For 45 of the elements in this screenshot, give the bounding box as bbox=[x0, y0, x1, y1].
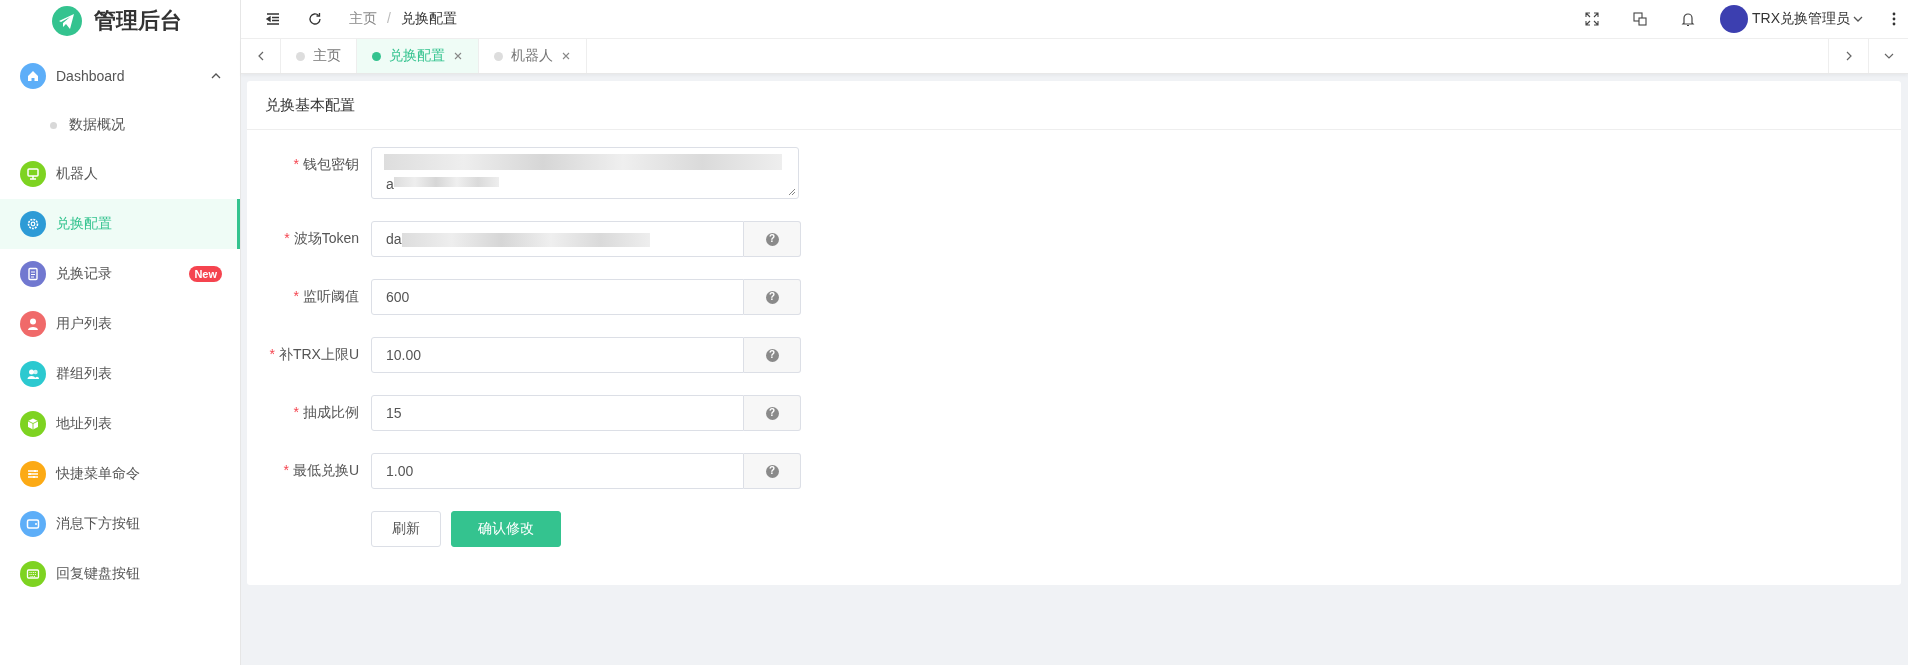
refresh-icon[interactable] bbox=[307, 11, 323, 27]
user-name[interactable]: TRX兑换管理员 bbox=[1752, 10, 1850, 28]
paper-plane-logo-icon bbox=[52, 6, 82, 36]
bell-icon[interactable] bbox=[1680, 11, 1696, 27]
app-title: 管理后台 bbox=[94, 7, 182, 35]
sidebar-item[interactable]: 回复键盘按钮 bbox=[0, 549, 240, 599]
avatar[interactable] bbox=[1720, 5, 1748, 33]
sidebar-item[interactable]: 消息下方按钮 bbox=[0, 499, 240, 549]
fullscreen-icon[interactable] bbox=[1584, 11, 1600, 27]
sidebar-item[interactable]: 快捷菜单命令 bbox=[0, 449, 240, 499]
textarea-field[interactable]: a bbox=[371, 147, 799, 199]
status-dot bbox=[372, 51, 381, 61]
breadcrumb-item: 兑换配置 bbox=[400, 10, 457, 28]
field-label: * 最低兑换U bbox=[282, 462, 360, 480]
sidebar-item[interactable]: 兑换记录 New bbox=[0, 249, 240, 299]
close-icon[interactable] bbox=[453, 51, 463, 61]
input-field[interactable]: 1.00 bbox=[371, 453, 744, 489]
sidebar-item[interactable]: 地址列表 bbox=[0, 399, 240, 449]
tab[interactable]: 机器人 bbox=[479, 39, 587, 73]
status-dot bbox=[296, 51, 305, 61]
input-field[interactable]: 10.00 bbox=[371, 337, 744, 373]
input-field[interactable]: 15 bbox=[371, 395, 744, 431]
field-label: * 抽成比例 bbox=[292, 404, 360, 422]
input-field[interactable]: da bbox=[371, 221, 744, 257]
refresh-button[interactable]: 刷新 bbox=[371, 511, 441, 547]
menu-fold-icon[interactable] bbox=[265, 11, 281, 27]
sidebar-item[interactable]: 用户列表 bbox=[0, 299, 240, 349]
sidebar-item[interactable]: 机器人 bbox=[0, 149, 240, 199]
sidebar-subitem[interactable]: 数据概况 bbox=[0, 101, 240, 149]
close-icon[interactable] bbox=[561, 51, 571, 61]
field-label: * 钱包密钥 bbox=[292, 155, 360, 174]
field-label: * 监听阈值 bbox=[292, 288, 360, 306]
bullet-dot bbox=[50, 121, 57, 129]
sidebar-item[interactable]: Dashboard bbox=[0, 51, 240, 101]
breadcrumb-separator: / bbox=[387, 10, 391, 28]
new-badge: New bbox=[189, 266, 222, 282]
sidebar-item[interactable]: 群组列表 bbox=[0, 349, 240, 399]
status-dot bbox=[494, 51, 503, 61]
input-field[interactable]: 600 bbox=[371, 279, 744, 315]
card-title: 兑换基本配置 bbox=[265, 95, 355, 115]
resize-handle-icon[interactable] bbox=[788, 188, 796, 196]
field-label: * 补TRX上限U bbox=[268, 346, 360, 364]
field-label: * 波场Token bbox=[283, 230, 360, 248]
breadcrumb-item[interactable]: 主页 bbox=[349, 10, 377, 28]
more-icon[interactable] bbox=[1892, 11, 1896, 27]
